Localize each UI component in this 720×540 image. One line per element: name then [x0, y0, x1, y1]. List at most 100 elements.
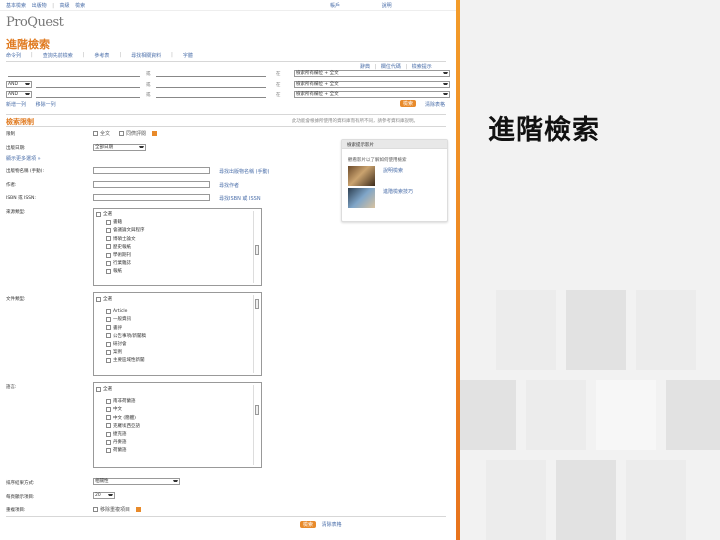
topbar-link-help[interactable]: 說明 [382, 3, 392, 9]
source-type-checkbox[interactable] [106, 219, 111, 225]
field-select[interactable]: 檢索所有欄位 + 全文 [294, 91, 450, 98]
source-type-checkbox[interactable] [106, 268, 111, 274]
topbar-link-account[interactable]: 帳戶 [330, 3, 340, 9]
find-pub-title-link[interactable]: 尋找出版物名稱 (手動) [219, 168, 270, 175]
language-checkbox[interactable] [106, 447, 111, 453]
tab-related[interactable]: 尋找相關資料 [131, 52, 161, 59]
language-checkbox[interactable] [106, 439, 111, 445]
info-icon[interactable] [151, 131, 157, 136]
more-options-link[interactable]: 顯示更多選項 » [6, 155, 41, 162]
search-button-bottom[interactable]: 檢索 [300, 521, 317, 528]
search-term-input-or[interactable] [156, 71, 266, 77]
page-title: 進階檢索 [6, 38, 50, 51]
tab-divider: | [119, 52, 122, 58]
language-checkbox[interactable] [106, 406, 111, 412]
accent-stripe [456, 0, 460, 540]
doc-type-list[interactable]: 全選 Article 一般資訊 書評 公告事項/新聞稿 研討會 案例 主要區域性… [93, 292, 262, 376]
tab-fonts[interactable]: 字體 [183, 52, 193, 59]
find-author-link[interactable]: 尋找作者 [219, 182, 239, 189]
doc-type-checkbox[interactable] [106, 357, 111, 363]
scrollbar[interactable] [253, 295, 259, 373]
scrollbar-thumb[interactable] [255, 299, 259, 309]
select-all-checkbox[interactable] [96, 296, 101, 302]
topbar-link-basic[interactable]: 基本檢索 [6, 3, 26, 9]
search-tools: 辭典 | 欄位代碼 | 檢索提示 [360, 63, 432, 70]
language-checkbox[interactable] [106, 431, 111, 437]
info-icon[interactable] [135, 507, 141, 512]
source-type-checkbox[interactable] [106, 252, 111, 258]
bottom-actions: 檢索 清除表格 [300, 521, 342, 528]
peer-reviewed-checkbox[interactable] [119, 131, 124, 136]
language-checkbox[interactable] [106, 398, 111, 404]
topbar-link-search[interactable]: 檢索 [75, 3, 85, 9]
find-isbn-link[interactable]: 尋找ISBN 或 ISSN [219, 195, 261, 202]
clear-form-link-bottom[interactable]: 清除表格 [322, 522, 342, 528]
doc-type-checkbox[interactable] [106, 341, 111, 347]
topbar-right: 帳戶 說明 [330, 2, 392, 9]
video-link-2[interactable]: 進階檢索技巧 [383, 188, 413, 195]
scrollbar[interactable] [253, 211, 259, 283]
date-select[interactable]: 全部日期 [93, 144, 146, 151]
source-type-checkbox[interactable] [106, 260, 111, 266]
source-type-list[interactable]: 全選 書籍 會議論文與程序 博碩士論文 歷史報紙 學術期刊 行業雜誌 報紙 [93, 208, 262, 286]
topbar-link-advanced[interactable]: 高級 [60, 3, 70, 9]
search-button-top[interactable]: 檢索 [400, 100, 417, 107]
full-text-checkbox[interactable] [93, 131, 98, 136]
pub-title-input[interactable] [93, 167, 210, 174]
tab-reference[interactable]: 參考表 [94, 52, 109, 59]
topbar-link-publications[interactable]: 出版物 [32, 3, 47, 9]
boolean-operator-select[interactable]: AND [6, 91, 32, 98]
in-label: 在 [276, 93, 281, 98]
language-checkbox[interactable] [106, 423, 111, 429]
source-type-checkbox[interactable] [106, 244, 111, 250]
add-row-link[interactable]: 新增一列 [6, 102, 26, 108]
video-thumbnail[interactable] [348, 166, 375, 186]
doc-type-checkbox[interactable] [106, 333, 111, 339]
search-term-input[interactable] [8, 71, 140, 77]
in-label: 在 [276, 72, 281, 77]
source-type-checkbox[interactable] [106, 227, 111, 233]
per-page-select[interactable]: 20 [93, 492, 115, 499]
slide-title: 進階檢索 [488, 115, 600, 146]
select-all-checkbox[interactable] [96, 386, 101, 392]
doc-type-checkbox[interactable] [106, 316, 111, 322]
field-select[interactable]: 檢索所有欄位 + 全文 [294, 70, 450, 77]
boolean-operator-select[interactable]: AND [6, 81, 32, 88]
doc-type-checkbox[interactable] [106, 325, 111, 331]
select-all-checkbox[interactable] [96, 211, 101, 217]
video-link-1[interactable]: 說明檢索 [383, 167, 403, 174]
duplicates-option[interactable]: 移除重複項目 [93, 506, 141, 513]
remove-row-link[interactable]: 移除一列 [36, 102, 56, 108]
tab-recent-searches[interactable]: 查詢先前檢索 [43, 52, 73, 59]
search-term-input-or[interactable] [156, 92, 266, 98]
search-term-input[interactable] [36, 92, 140, 98]
remove-duplicates-checkbox[interactable] [93, 507, 98, 512]
isbn-label: ISBN 或 ISSN: [6, 196, 36, 201]
scrollbar-thumb[interactable] [255, 245, 259, 255]
tips-video-box: 檢索提示影片 觀看影片以了解如何使用檢索 說明檢索 進階檢索技巧 [341, 139, 448, 222]
search-term-input[interactable] [36, 82, 140, 88]
sort-select[interactable]: 相關性 [93, 478, 180, 485]
proquest-logo[interactable]: ProQuest [6, 15, 64, 30]
source-type-checkbox[interactable] [106, 236, 111, 242]
video-thumbnail[interactable] [348, 188, 375, 208]
doc-type-checkbox[interactable] [106, 308, 111, 314]
row-actions: 新增一列 移除一列 [6, 101, 56, 108]
full-text-option[interactable]: 全文 [93, 130, 110, 137]
language-checkbox[interactable] [106, 415, 111, 421]
slide-background-panel [456, 0, 720, 540]
tab-command-line[interactable]: 命令列 [6, 52, 21, 59]
in-label: 在 [276, 83, 281, 88]
peer-reviewed-option[interactable]: 同儕評閱 [119, 130, 157, 137]
language-label: 語言: [6, 385, 17, 390]
scrollbar-thumb[interactable] [255, 405, 259, 415]
limit-label: 限制 [6, 132, 15, 137]
field-select[interactable]: 檢索所有欄位 + 全文 [294, 81, 450, 88]
author-input[interactable] [93, 181, 210, 188]
scrollbar[interactable] [253, 385, 259, 465]
doc-type-checkbox[interactable] [106, 349, 111, 355]
search-term-input-or[interactable] [156, 82, 266, 88]
clear-form-link-top[interactable]: 清除表格 [425, 101, 445, 108]
language-list[interactable]: 全選 南非荷蘭語 中文 中文 (簡體) 克羅埃西亞語 捷克語 丹麥語 荷蘭語 [93, 382, 262, 468]
isbn-input[interactable] [93, 194, 210, 201]
